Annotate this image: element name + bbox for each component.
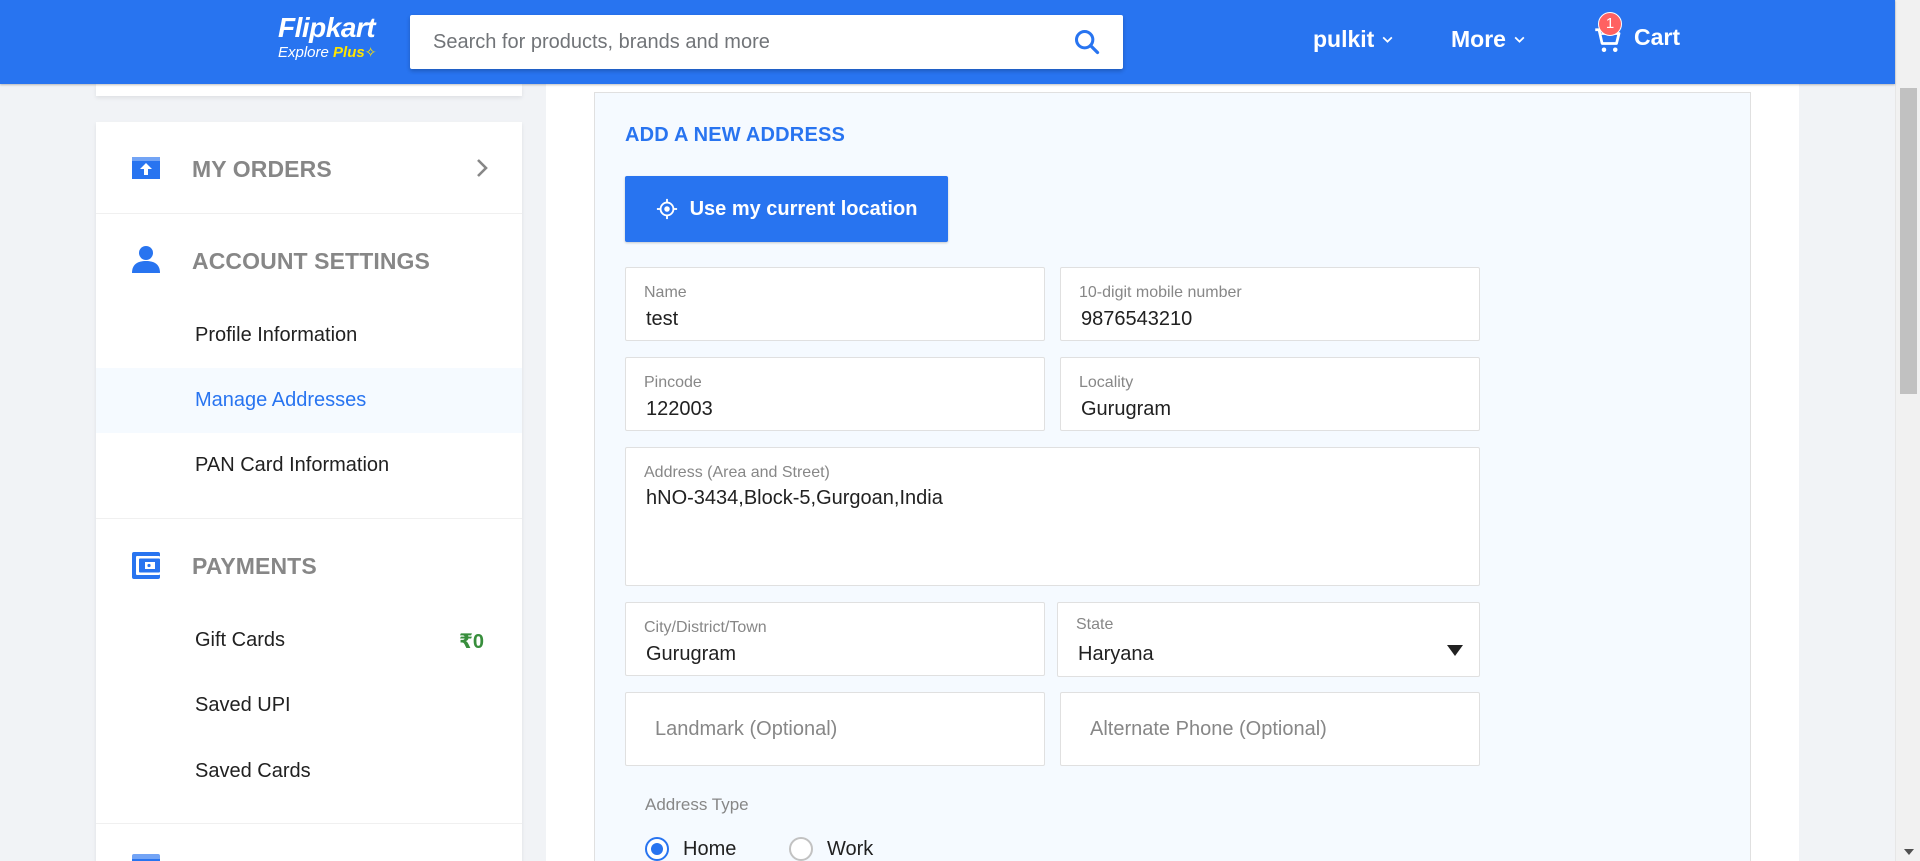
address-type-home-radio[interactable]: Home [645,837,736,861]
account-sidebar: MY ORDERS ACCOUNT SETTINGS Profile Infor… [96,122,522,861]
radio-selected-icon [645,837,669,861]
sidebar-item-label: Saved UPI [195,694,291,716]
scroll-down-arrow-icon[interactable] [1904,849,1914,855]
city-field: City/District/Town [625,602,1045,676]
scrollbar-thumb[interactable] [1900,88,1917,394]
sidebar-payments: PAYMENTS [96,519,522,609]
cart-icon-wrap: 1 [1594,11,1624,52]
pincode-label: Pincode [644,374,702,391]
sidebar-item-saved-upi[interactable]: Saved UPI [96,673,522,738]
landmark-input[interactable] [655,718,1033,741]
plus-icon: ✧ [364,44,377,60]
form-title: ADD A NEW ADDRESS [625,124,846,146]
logo-text: Flipkart [278,12,376,43]
pincode-input[interactable] [646,398,1024,421]
more-menu[interactable]: More [1451,26,1526,53]
use-current-location-label: Use my current location [689,197,918,220]
sidebar-my-orders[interactable]: MY ORDERS [96,122,522,213]
chevron-down-icon [1382,36,1393,43]
more-label: More [1451,26,1506,52]
city-input[interactable] [646,643,1024,666]
pincode-field: Pincode [625,357,1045,431]
user-menu[interactable]: pulkit [1313,26,1394,53]
sidebar-item-label: Saved Cards [195,760,311,782]
sidebar-item-label: Profile Information [195,324,358,346]
locality-input[interactable] [1081,398,1459,421]
sidebar-item-gift-cards[interactable]: Gift Cards ₹0 [96,608,522,673]
alternate-phone-input[interactable] [1090,718,1468,741]
locality-label: Locality [1079,374,1134,391]
search-icon[interactable] [1073,28,1101,56]
address-type-label: Address Type [645,795,749,814]
locality-field: Locality [1060,357,1480,431]
orders-icon [132,157,160,179]
chevron-down-icon [1514,36,1525,43]
name-label: Name [644,284,687,301]
top-header: Flipkart Explore Plus✧ pulkit More 1 Car… [0,0,1895,84]
cart-label: Cart [1634,24,1681,50]
search-bar [410,15,1123,69]
gift-card-balance: ₹0 [458,631,484,653]
name-field: Name [625,267,1045,341]
address-field: Address (Area and Street) [625,447,1480,586]
state-label: State [1076,616,1114,633]
address-label: Address (Area and Street) [644,464,830,481]
address-textarea[interactable] [646,487,1459,567]
sidebar-item-pan-card-information[interactable]: PAN Card Information [96,433,522,498]
address-type-work-radio[interactable]: Work [789,837,873,861]
sidebar-item-label: Gift Cards [195,629,286,651]
mobile-label: 10-digit mobile number [1079,284,1242,301]
mobile-field: 10-digit mobile number [1060,267,1480,341]
section-icon [132,854,160,861]
chevron-right-icon [477,159,488,177]
user-icon [132,246,160,273]
divider [96,823,522,824]
payments-title: PAYMENTS [192,553,317,579]
radio-label: Home [683,837,737,860]
wallet-icon [132,552,160,579]
sidebar-item-label: PAN Card Information [195,454,390,476]
location-target-icon [656,198,677,220]
user-name: pulkit [1313,26,1375,52]
name-input[interactable] [646,308,1024,331]
mobile-input[interactable] [1081,308,1459,331]
cart-count-badge: 1 [1598,11,1622,36]
alternate-phone-field [1060,692,1480,766]
state-select[interactable]: State Haryana [1057,602,1480,677]
sidebar-item-manage-addresses[interactable]: Manage Addresses [96,368,522,433]
use-current-location-button[interactable]: Use my current location [625,176,948,242]
landmark-field [625,692,1045,766]
account-settings-title: ACCOUNT SETTINGS [192,248,430,274]
profile-card-bottom [96,84,522,96]
radio-unselected-icon [789,837,813,861]
dropdown-arrow-icon [1447,645,1463,656]
city-label: City/District/Town [644,619,767,636]
my-orders-title: MY ORDERS [192,156,332,182]
cart-button[interactable]: 1 Cart [1594,11,1681,52]
page-scrollbar[interactable] [1895,0,1920,861]
sidebar-account-settings: ACCOUNT SETTINGS [96,214,522,304]
state-selected-value: Haryana [1078,643,1154,665]
logo-subtext: Explore Plus✧ [278,44,377,61]
sidebar-item-profile-information[interactable]: Profile Information [96,303,522,368]
search-input[interactable] [433,29,1033,55]
sidebar-item-label: Manage Addresses [195,389,367,411]
radio-label: Work [827,837,874,860]
sidebar-item-saved-cards[interactable]: Saved Cards [96,739,522,804]
flipkart-logo[interactable]: Flipkart Explore Plus✧ [278,12,398,68]
